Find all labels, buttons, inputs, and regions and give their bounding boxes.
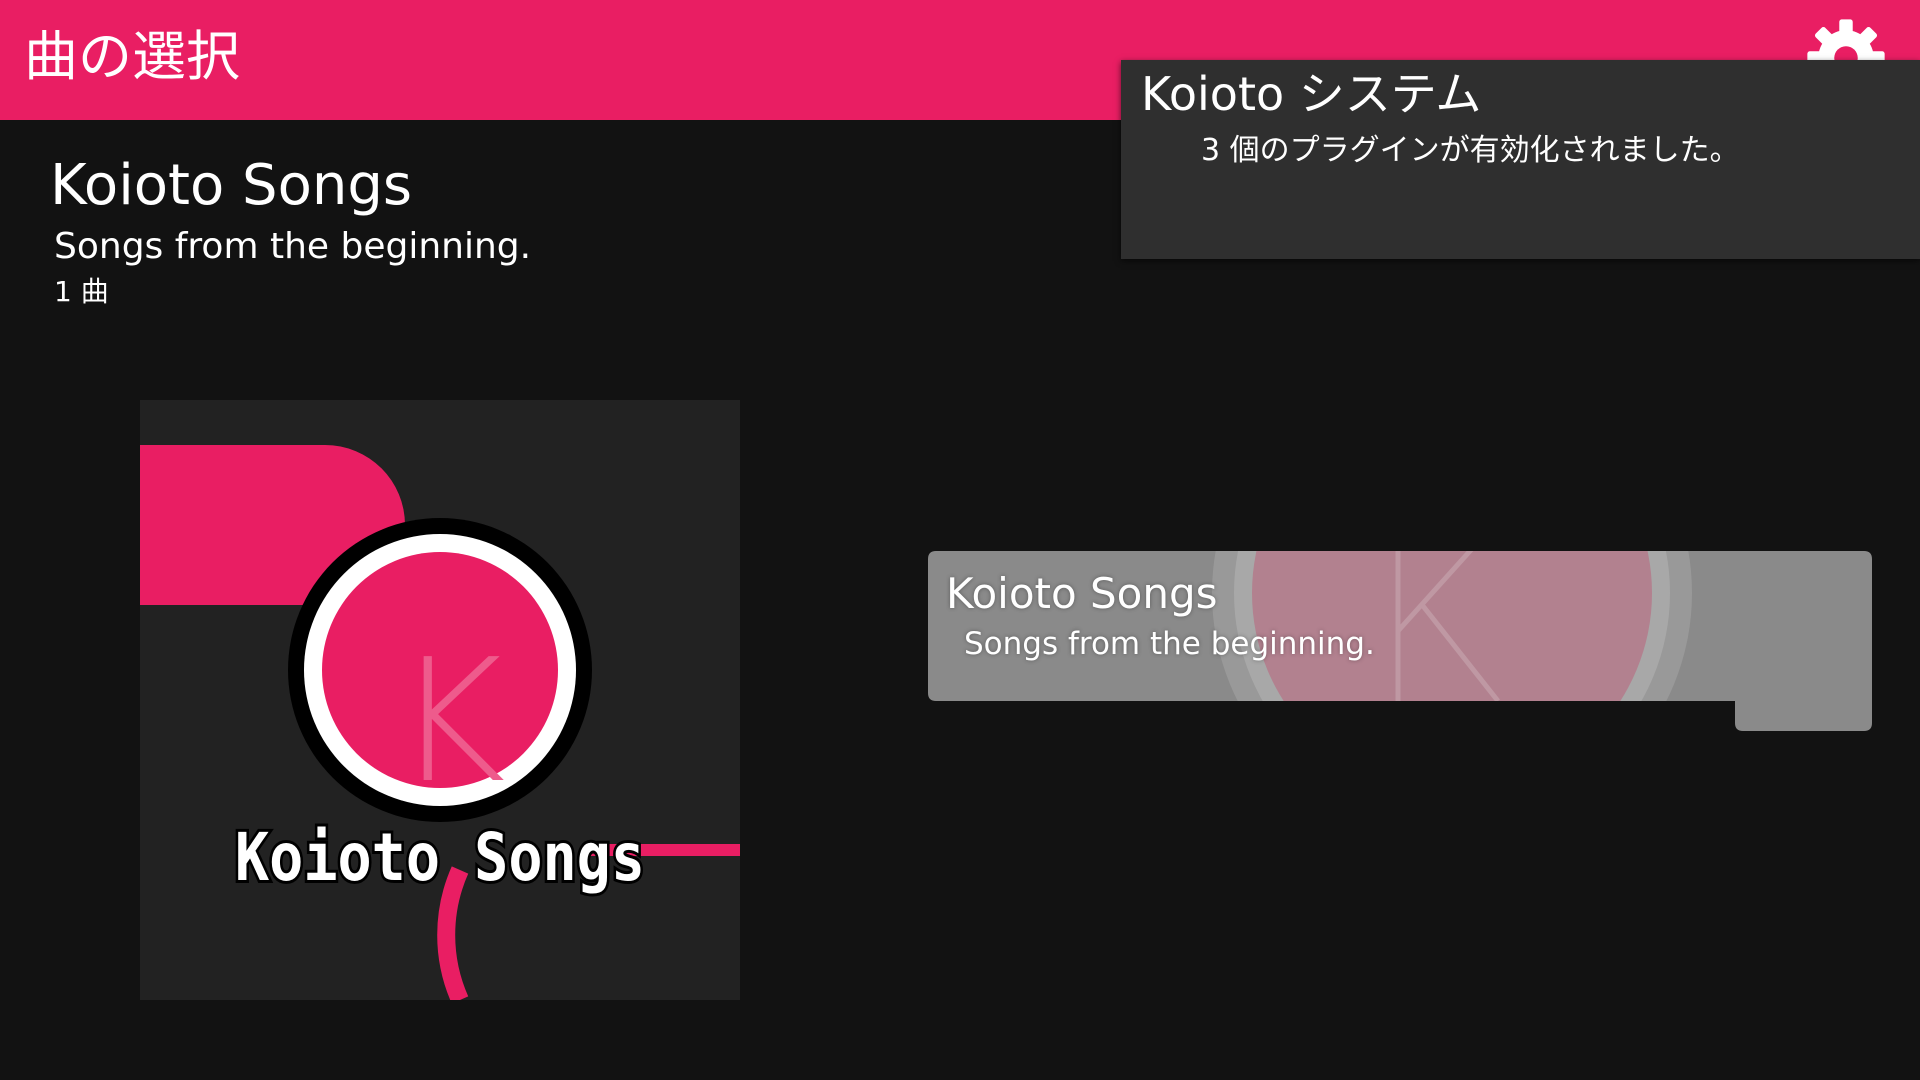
notification-message: 3 個のプラグインが有効化されました。 xyxy=(1201,133,1740,168)
folder-cover-art: K Koioto Songs xyxy=(140,400,740,1000)
folder-title: Koioto Songs xyxy=(50,153,413,218)
song-count: 1 曲 xyxy=(54,275,109,308)
cover-letter: K xyxy=(394,623,505,821)
page-title: 曲の選択 xyxy=(24,25,240,88)
song-item-title: Koioto Songs xyxy=(946,569,1218,618)
notification-toast: Koioto システム 3 個のプラグインが有効化されました。 xyxy=(1121,60,1920,259)
song-item-description: Songs from the beginning. xyxy=(964,626,1375,662)
song-list-item[interactable]: Koioto Songs Songs from the beginning. xyxy=(928,551,1872,731)
folder-description: Songs from the beginning. xyxy=(54,226,532,267)
notification-title: Koioto システム xyxy=(1141,67,1482,121)
cover-label: Koioto Songs xyxy=(235,819,645,896)
